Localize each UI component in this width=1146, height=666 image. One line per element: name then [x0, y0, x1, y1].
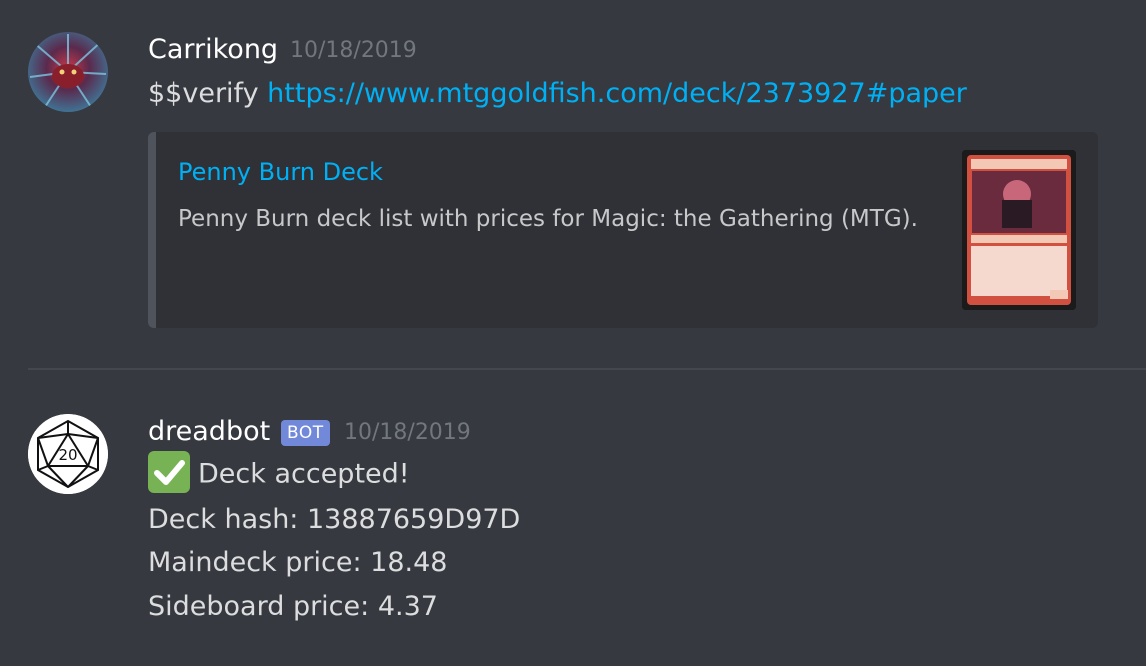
avatar-dreadbot[interactable]: 20 [28, 414, 108, 494]
message-dreadbot: 20 dreadbot BOT 10/18/2019 Deck accepted… [0, 0, 1146, 666]
deck-hash-line: Deck hash: 13887659D97D [148, 504, 521, 535]
bot-badge: BOT [281, 420, 330, 446]
author-name[interactable]: dreadbot [148, 416, 270, 447]
accepted-line: Deck accepted! [148, 451, 410, 496]
message-timestamp: 10/18/2019 [344, 420, 471, 445]
d20-number: 20 [58, 446, 77, 464]
check-mark-icon [148, 451, 190, 493]
d20-dice-icon: 20 [28, 414, 108, 494]
sideboard-price-line: Sideboard price: 4.37 [148, 591, 438, 622]
deck-accepted-text: Deck accepted! [198, 458, 410, 490]
check-mark-glyph [154, 460, 185, 485]
maindeck-price-line: Maindeck price: 18.48 [148, 547, 448, 578]
